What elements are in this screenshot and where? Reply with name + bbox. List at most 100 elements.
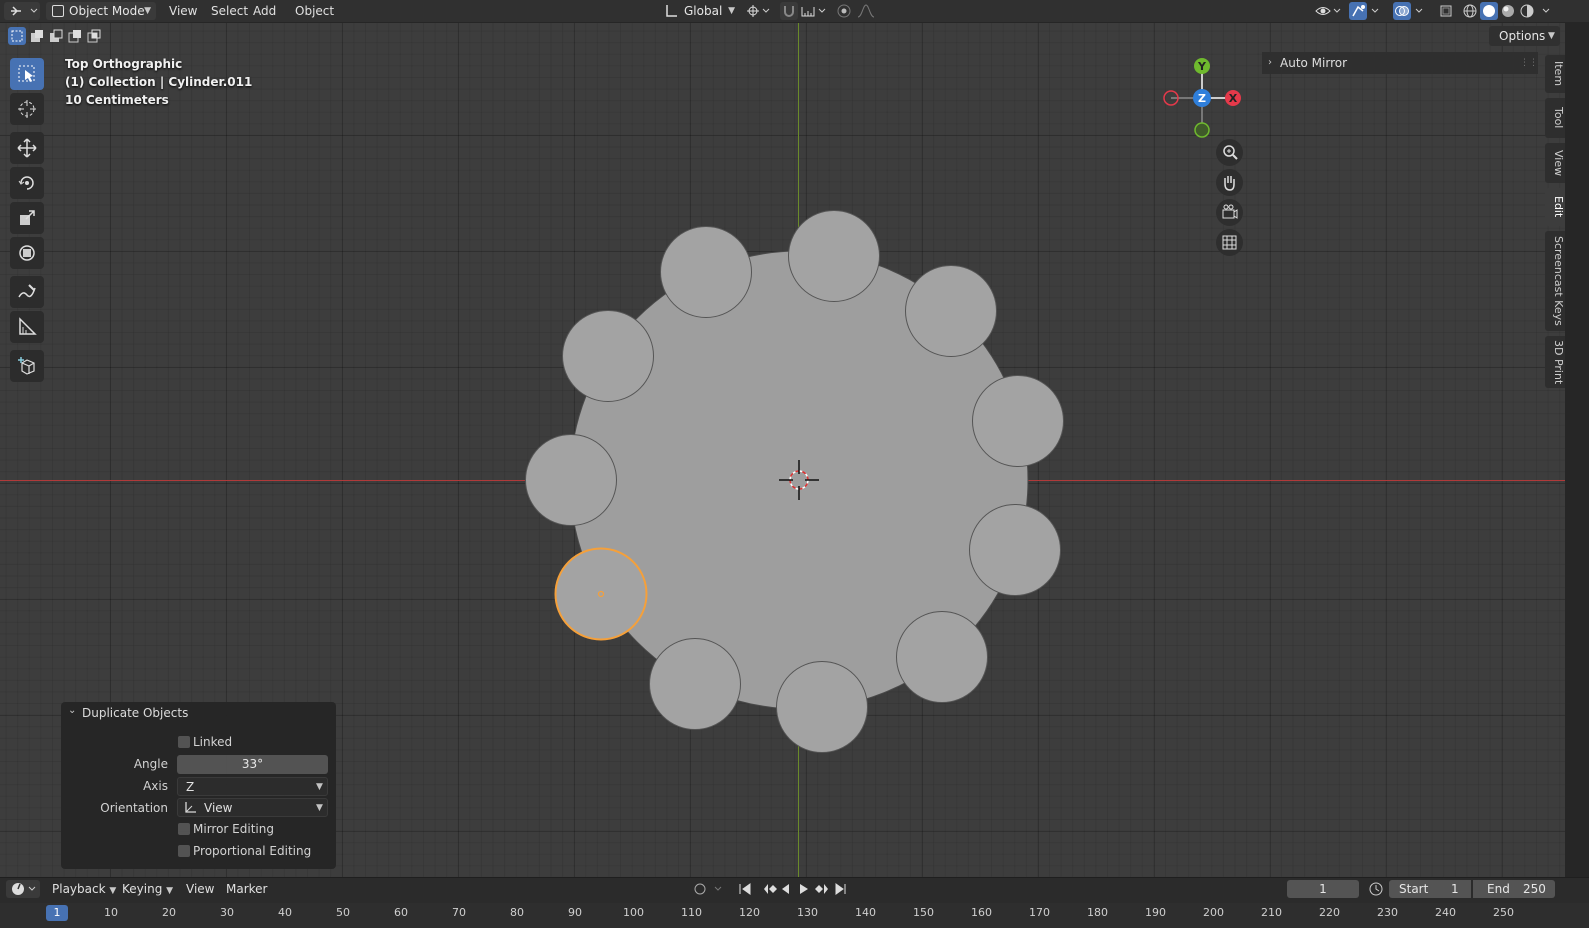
tab-3d-print[interactable]: 3D Print xyxy=(1545,336,1565,388)
overlays-toggle-icon[interactable] xyxy=(1393,2,1411,20)
jump-end-icon[interactable] xyxy=(835,883,846,895)
select-box-tool[interactable] xyxy=(10,58,44,90)
small-cylinder[interactable] xyxy=(776,661,868,753)
menu-view[interactable]: View xyxy=(181,880,219,898)
select-subtract-icon[interactable] xyxy=(47,27,65,45)
frame-tick: 140 xyxy=(855,906,876,919)
solid-shading-icon[interactable] xyxy=(1480,2,1498,20)
tab-view[interactable]: View xyxy=(1545,143,1565,183)
menu-add[interactable]: Add xyxy=(248,2,281,20)
playhead-frame-marker[interactable]: 1 xyxy=(46,905,68,921)
pan-hand-icon[interactable] xyxy=(1216,169,1243,196)
tab-screencast-keys[interactable]: Screencast Keys xyxy=(1545,231,1565,331)
mirror-editing-checkbox[interactable] xyxy=(178,823,190,835)
select-intersect-icon[interactable] xyxy=(85,27,103,45)
chevron-down-icon[interactable] xyxy=(1413,3,1427,19)
rendered-shading-icon[interactable] xyxy=(1519,3,1535,19)
measure-tool[interactable] xyxy=(10,311,44,343)
proportional-edit-icon[interactable] xyxy=(836,3,852,19)
selection-mode-buttons xyxy=(8,27,104,45)
start-frame-field[interactable]: Start 1 xyxy=(1389,880,1471,898)
gizmo-neg-y[interactable] xyxy=(1194,122,1210,138)
visibility-eye-icon[interactable] xyxy=(1314,3,1342,19)
small-cylinder[interactable] xyxy=(905,265,997,357)
play-reverse-icon[interactable] xyxy=(782,884,789,894)
small-cylinder[interactable] xyxy=(562,310,654,402)
play-icon[interactable] xyxy=(800,884,808,894)
menu-keying[interactable]: Keying ▼ xyxy=(117,880,178,898)
tab-tool[interactable]: Tool xyxy=(1545,98,1565,138)
frame-tick: 50 xyxy=(336,906,350,919)
camera-view-icon[interactable] xyxy=(1216,199,1243,226)
small-cylinder[interactable] xyxy=(972,375,1064,467)
clock-icon[interactable] xyxy=(1368,881,1384,897)
selected-cylinder[interactable] xyxy=(554,547,648,641)
frame-tick: 30 xyxy=(220,906,234,919)
small-cylinder[interactable] xyxy=(525,434,617,526)
orientation-dropdown[interactable]: View ▼ xyxy=(177,798,328,817)
frame-tick: 20 xyxy=(162,906,176,919)
chevron-down-icon[interactable] xyxy=(1540,3,1554,19)
select-extend-icon[interactable] xyxy=(28,27,46,45)
transform-orientation-dropdown[interactable]: Global ▼ xyxy=(661,2,737,20)
options-dropdown[interactable]: Options ▼ xyxy=(1489,26,1560,46)
small-cylinder[interactable] xyxy=(660,226,752,318)
gizmo-y-label: Y xyxy=(1197,60,1207,73)
menu-playback[interactable]: Playback ▼ xyxy=(47,880,121,898)
start-label: Start xyxy=(1399,882,1429,896)
jump-start-icon[interactable] xyxy=(739,883,751,895)
navigation-gizmo[interactable]: Y X Z xyxy=(1155,53,1250,143)
auto-keying-icon[interactable] xyxy=(691,881,725,897)
falloff-icon[interactable] xyxy=(856,3,882,19)
auto-mirror-panel[interactable]: › Auto Mirror ⋮⋮ xyxy=(1262,52,1538,74)
move-tool[interactable] xyxy=(10,132,44,164)
frame-tick: 240 xyxy=(1435,906,1456,919)
chevron-down-icon[interactable] xyxy=(1369,3,1383,19)
menu-marker[interactable]: Marker xyxy=(221,880,272,898)
material-shading-icon[interactable] xyxy=(1500,3,1516,19)
small-cylinder[interactable] xyxy=(969,504,1061,596)
chevron-down-icon[interactable]: ⌄ xyxy=(68,705,76,716)
current-frame-field[interactable]: 1 xyxy=(1287,880,1359,898)
tab-edit[interactable]: Edit xyxy=(1545,188,1565,226)
annotate-tool[interactable] xyxy=(10,276,44,308)
select-invert-icon[interactable] xyxy=(66,27,84,45)
pivot-point-icon[interactable] xyxy=(745,3,771,19)
cursor-tool[interactable] xyxy=(10,93,44,125)
prev-keyframe-icon[interactable] xyxy=(764,884,777,894)
frame-tick: 180 xyxy=(1087,906,1108,919)
small-cylinder[interactable] xyxy=(649,638,741,730)
xray-toggle-icon[interactable] xyxy=(1438,3,1454,19)
rotate-tool[interactable] xyxy=(10,167,44,199)
chevron-down-icon: ▼ xyxy=(1548,31,1555,41)
scale-tool[interactable] xyxy=(10,202,44,234)
angle-field[interactable]: 33° xyxy=(177,755,328,774)
wireframe-shading-icon[interactable] xyxy=(1462,3,1479,19)
editor-type-button[interactable] xyxy=(4,2,40,20)
drag-handle-icon[interactable]: ⋮⋮ xyxy=(1520,52,1538,74)
panel-title[interactable]: Duplicate Objects xyxy=(82,706,188,720)
linked-checkbox[interactable] xyxy=(178,736,190,748)
linked-label: Linked xyxy=(193,735,233,749)
small-cylinder[interactable] xyxy=(896,611,988,703)
snap-target-icon[interactable] xyxy=(800,3,828,19)
add-cube-tool[interactable] xyxy=(10,350,44,382)
proportional-editing-checkbox[interactable] xyxy=(178,845,190,857)
axis-dropdown[interactable]: Z ▼ xyxy=(177,777,328,796)
next-keyframe-icon[interactable] xyxy=(815,884,828,894)
menu-object[interactable]: Object xyxy=(290,2,339,20)
select-new-icon[interactable] xyxy=(8,27,26,45)
orthographic-grid-icon[interactable] xyxy=(1216,229,1243,256)
mode-dropdown[interactable]: Object Mode ▼ xyxy=(46,2,156,20)
small-cylinder[interactable] xyxy=(788,210,880,302)
end-frame-field[interactable]: End 250 xyxy=(1473,880,1555,898)
menu-view[interactable]: View xyxy=(164,2,202,20)
gizmo-toggle-icon[interactable] xyxy=(1349,2,1367,20)
snap-toggle-icon[interactable] xyxy=(780,2,798,20)
zoom-icon[interactable] xyxy=(1216,139,1243,166)
frame-ruler[interactable] xyxy=(0,903,1589,928)
transform-tool[interactable] xyxy=(10,237,44,269)
timeline-editor-type-icon[interactable] xyxy=(6,880,40,898)
tab-item[interactable]: Item xyxy=(1545,55,1565,93)
menu-select[interactable]: Select xyxy=(206,2,253,20)
